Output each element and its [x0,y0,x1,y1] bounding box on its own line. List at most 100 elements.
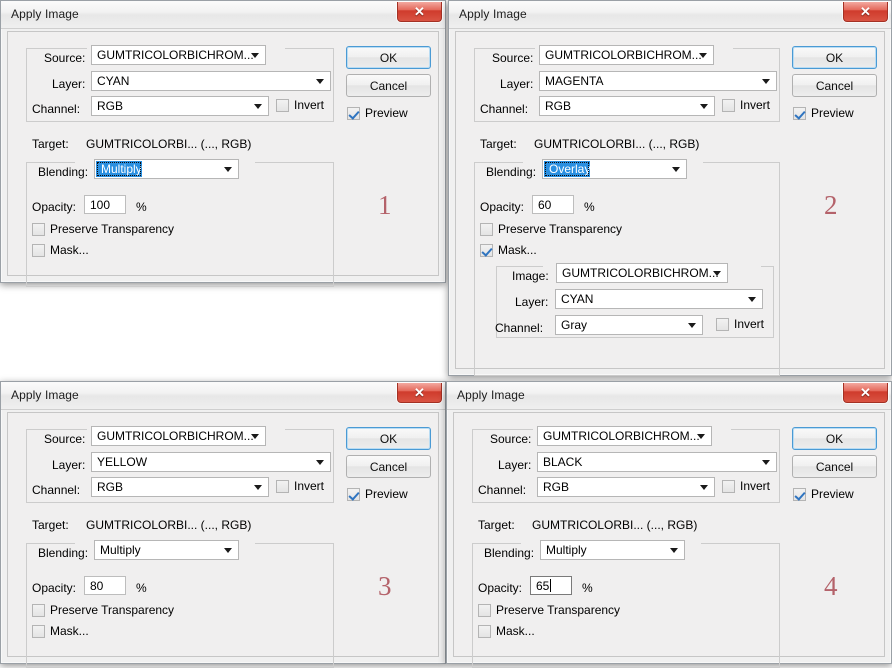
cancel-button[interactable]: Cancel [792,455,877,478]
preserve-transparency-checkbox-box[interactable] [478,603,491,617]
invert-checkbox[interactable]: Invert [276,479,324,493]
cancel-button[interactable]: Cancel [792,74,877,97]
preview-checkbox[interactable]: Preview [347,487,408,501]
mask-image-combo-value: GUMTRICOLORBICHROM... [562,266,719,280]
chevron-down-icon [224,548,232,553]
blending-combo[interactable]: Multiply [94,540,239,560]
invert-checkbox-label: Invert [740,479,771,493]
invert-checkbox-box[interactable] [276,479,289,493]
ok-button[interactable]: OK [346,46,431,69]
opacity-input[interactable]: 100 [84,195,126,214]
channel-combo-value: RGB [545,99,572,113]
source-combo[interactable]: GUMTRICOLORBICHROM... [91,45,266,65]
opacity-input-value: 100 [90,197,111,212]
opacity-input[interactable]: 65 [530,576,572,595]
invert-checkbox-label: Invert [294,98,325,112]
close-button[interactable]: ✕ [843,2,888,22]
layer-combo-value: YELLOW [97,455,148,469]
blending-combo[interactable]: Overlay [542,159,687,179]
close-button[interactable]: ✕ [397,2,442,22]
mask-image-combo[interactable]: GUMTRICOLORBICHROM... [556,263,728,283]
mask-checkbox-box[interactable] [32,243,45,257]
ok-button[interactable]: OK [792,46,877,69]
mask-checkbox[interactable]: Mask... [32,243,89,257]
mask-checkbox[interactable]: Mask... [478,624,535,638]
preserve-transparency-checkbox-label: Preserve Transparency [50,222,175,236]
invert-checkbox[interactable]: Invert [722,479,770,493]
preserve-transparency-checkbox[interactable]: Preserve Transparency [480,222,622,236]
chevron-down-icon [697,434,705,439]
blending-combo-value: Overlay [544,161,591,177]
opacity-input[interactable]: 60 [532,195,574,214]
mask-checkbox-box[interactable] [478,624,491,638]
preserve-transparency-checkbox-box[interactable] [480,222,493,236]
layer-combo[interactable]: CYAN [91,71,331,91]
mask-invert-checkbox[interactable]: Invert [716,317,764,331]
opacity-label: Opacity: [32,200,77,214]
mask-checkbox[interactable]: Mask... [480,243,537,257]
invert-checkbox[interactable]: Invert [722,98,770,112]
source-label: Source: [44,51,86,65]
ok-button[interactable]: OK [792,427,877,450]
blending-combo[interactable]: Multiply [540,540,685,560]
ok-button[interactable]: OK [346,427,431,450]
channel-combo[interactable]: RGB [91,477,269,497]
mask-checkbox-label: Mask... [498,243,537,257]
mask-checkbox-box[interactable] [480,243,493,257]
target-value: GUMTRICOLORBI... (..., RGB) [534,137,700,151]
close-button[interactable]: ✕ [843,383,888,403]
preview-checkbox-box[interactable] [347,487,360,501]
preserve-transparency-checkbox-box[interactable] [32,222,45,236]
title-bar[interactable]: Apply Image ✕ [449,1,891,29]
mask-channel-combo-value: Gray [561,318,588,332]
layer-label: Layer: [498,458,532,472]
invert-checkbox-box[interactable] [722,479,735,493]
preserve-transparency-checkbox[interactable]: Preserve Transparency [32,603,174,617]
preview-checkbox-box[interactable] [793,487,806,501]
mask-layer-combo[interactable]: CYAN [555,289,763,309]
mask-checkbox-label: Mask... [496,624,535,638]
blending-combo-value: Multiply [546,543,587,557]
opacity-input[interactable]: 80 [84,576,126,595]
chevron-down-icon [688,323,696,328]
channel-combo[interactable]: RGB [91,96,269,116]
layer-combo[interactable]: BLACK [537,452,777,472]
blending-combo[interactable]: Multiply [94,159,239,179]
cancel-button[interactable]: Cancel [346,455,431,478]
mask-invert-checkbox-label: Invert [734,317,765,331]
invert-checkbox-box[interactable] [722,98,735,112]
blending-label: Blending: [486,165,537,179]
opacity-input-value: 80 [90,578,104,593]
invert-checkbox-box[interactable] [276,98,289,112]
chevron-down-icon [254,485,262,490]
source-combo[interactable]: GUMTRICOLORBICHROM... [537,426,712,446]
mask-checkbox-box[interactable] [32,624,45,638]
preview-checkbox[interactable]: Preview [793,487,854,501]
preserve-transparency-checkbox-box[interactable] [32,603,45,617]
layer-combo[interactable]: MAGENTA [539,71,777,91]
preview-checkbox-box[interactable] [347,106,360,120]
channel-combo[interactable]: RGB [537,477,715,497]
invert-checkbox[interactable]: Invert [276,98,324,112]
title-bar[interactable]: Apply Image ✕ [1,382,445,410]
source-combo[interactable]: GUMTRICOLORBICHROM... [539,45,714,65]
source-combo[interactable]: GUMTRICOLORBICHROM... [91,426,266,446]
channel-combo-value: RGB [97,480,124,494]
target-value: GUMTRICOLORBI... (..., RGB) [86,518,252,532]
preview-checkbox[interactable]: Preview [347,106,408,120]
title-bar[interactable]: Apply Image ✕ [1,1,445,29]
mask-invert-checkbox-box[interactable] [716,317,729,331]
preview-checkbox[interactable]: Preview [793,106,854,120]
opacity-input-value: 60 [538,197,552,212]
preserve-transparency-checkbox[interactable]: Preserve Transparency [32,222,174,236]
preserve-transparency-checkbox[interactable]: Preserve Transparency [478,603,620,617]
title-bar[interactable]: Apply Image ✕ [447,382,891,410]
preview-checkbox-box[interactable] [793,106,806,120]
close-button[interactable]: ✕ [397,383,442,403]
mask-channel-combo[interactable]: Gray [555,315,703,335]
channel-combo[interactable]: RGB [539,96,715,116]
mask-checkbox[interactable]: Mask... [32,624,89,638]
layer-combo[interactable]: YELLOW [91,452,331,472]
window-title: Apply Image [11,7,79,21]
cancel-button[interactable]: Cancel [346,74,431,97]
